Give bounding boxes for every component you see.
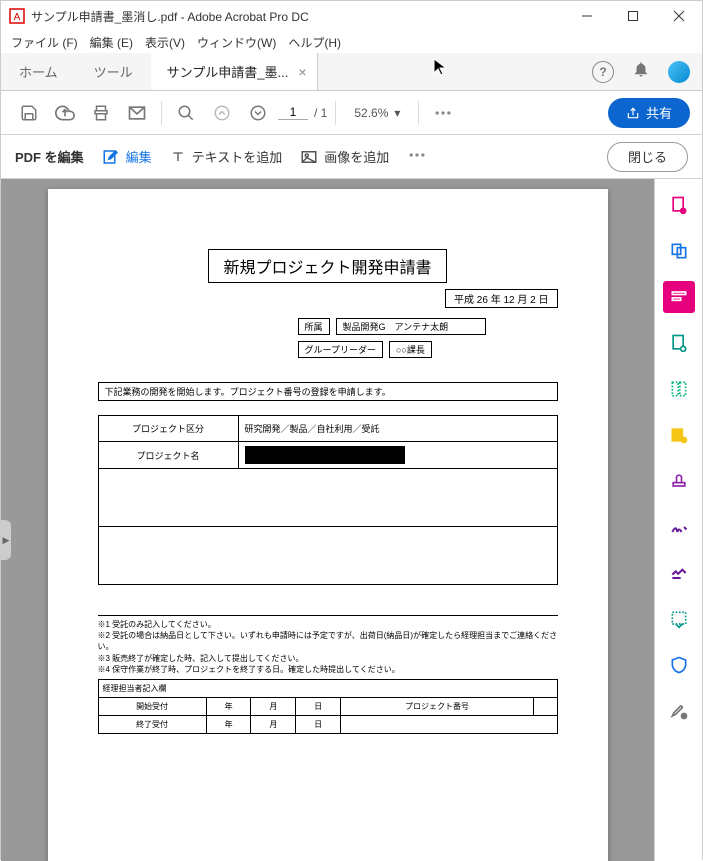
bell-icon[interactable] <box>632 60 650 83</box>
project-table: プロジェクト区分研究開発／製品／自社利用／受託 プロジェクト名 <box>98 415 558 585</box>
tab-document-label: サンプル申請書_墨... <box>167 62 289 81</box>
minimize-button[interactable] <box>564 1 610 31</box>
add-text-label: テキストを追加 <box>192 147 283 166</box>
row1-value: 研究開発／製品／自社利用／受託 <box>238 416 557 442</box>
right-tool-rail: + + <box>654 179 702 861</box>
menu-edit[interactable]: 編集 (E) <box>84 32 139 53</box>
redact-icon[interactable] <box>663 557 695 589</box>
svg-text:A: A <box>14 12 21 23</box>
organize-pages-icon[interactable] <box>663 373 695 405</box>
page-up-icon[interactable] <box>206 97 238 129</box>
add-image-action[interactable]: 画像を追加 <box>300 147 389 166</box>
zoom-dropdown-icon[interactable]: ▾ <box>394 106 400 120</box>
main-area: ▶ 新規プロジェクト開発申請書 平成 26 年 12 月 2 日 所属 製品開発… <box>1 179 702 861</box>
export-pdf-icon[interactable] <box>663 327 695 359</box>
leader-label: グループリーダー <box>298 341 383 358</box>
keiri-header: 経理担当者記入欄 <box>98 679 557 697</box>
titlebar: A サンプル申請書_墨消し.pdf - Adobe Acrobat Pro DC <box>1 1 702 31</box>
add-image-label: 画像を追加 <box>324 147 389 166</box>
app-icon: A <box>9 8 25 24</box>
sign-icon[interactable] <box>663 511 695 543</box>
print-icon[interactable] <box>85 97 117 129</box>
share-label: 共有 <box>646 103 672 122</box>
note1: ※1 受託のみ記入してください。 <box>98 619 558 630</box>
share-button[interactable]: 共有 <box>608 98 690 128</box>
window-title: サンプル申請書_墨消し.pdf - Adobe Acrobat Pro DC <box>31 8 564 25</box>
menu-help[interactable]: ヘルプ(H) <box>282 32 347 53</box>
tab-document[interactable]: サンプル申請書_墨... × <box>151 53 318 90</box>
close-editbar-label: 閉じる <box>628 147 667 166</box>
row1-label: プロジェクト区分 <box>98 416 238 442</box>
page-current-input[interactable] <box>278 105 308 120</box>
comment-icon[interactable] <box>663 419 695 451</box>
notes-section: ※1 受託のみ記入してください。 ※2 受託の場合は納品日として下さい。いずれも… <box>98 615 558 734</box>
dept-label: 所属 <box>298 318 330 335</box>
row2-label: プロジェクト名 <box>98 442 238 469</box>
left-panel-handle[interactable]: ▶ <box>1 520 11 560</box>
keiri-table: 経理担当者記入欄 開始受付 年 月 日 プロジェクト番号 終了受付 年 月 日 <box>98 679 558 734</box>
help-icon[interactable]: ? <box>592 61 614 83</box>
edit-pdf-icon[interactable] <box>663 281 695 313</box>
svg-text:+: + <box>681 209 685 215</box>
dept-value: 製品開発G アンテナ太朗 <box>336 318 486 335</box>
page-down-icon[interactable] <box>242 97 274 129</box>
svg-text:+: + <box>682 715 686 721</box>
intro-text: 下記業務の開発を開始します。プロジェクト番号の登録を申請します。 <box>98 382 558 401</box>
save-icon[interactable] <box>13 97 45 129</box>
page-total: / 1 <box>314 106 327 120</box>
stamp-icon[interactable] <box>663 465 695 497</box>
add-text-action[interactable]: テキストを追加 <box>170 147 283 166</box>
pdf-page: 新規プロジェクト開発申請書 平成 26 年 12 月 2 日 所属 製品開発G … <box>48 189 608 861</box>
tab-close-icon[interactable]: × <box>298 64 306 80</box>
zoom-value[interactable]: 52.6% <box>354 106 388 120</box>
editbar-more-icon[interactable] <box>407 145 427 168</box>
edit-bar: PDF を編集 編集 テキストを追加 画像を追加 閉じる <box>1 135 702 179</box>
tab-home[interactable]: ホーム <box>1 53 76 90</box>
menu-bar: ファイル (F) 編集 (E) 表示(V) ウィンドウ(W) ヘルプ(H) <box>1 31 702 53</box>
close-editbar-button[interactable]: 閉じる <box>607 142 688 172</box>
menu-file[interactable]: ファイル (F) <box>5 32 84 53</box>
combine-files-icon[interactable] <box>663 235 695 267</box>
doc-title: 新規プロジェクト開発申請書 <box>208 249 446 283</box>
edit-action[interactable]: 編集 <box>102 147 152 166</box>
mail-icon[interactable] <box>121 97 153 129</box>
close-window-button[interactable] <box>656 1 702 31</box>
window-controls <box>564 1 702 31</box>
leader-value: ○○課長 <box>389 341 432 358</box>
menu-window[interactable]: ウィンドウ(W) <box>191 32 282 53</box>
send-for-review-icon[interactable] <box>663 603 695 635</box>
create-pdf-icon[interactable]: + <box>663 189 695 221</box>
redacted-block <box>245 446 405 464</box>
cloud-upload-icon[interactable] <box>49 97 81 129</box>
protect-icon[interactable] <box>663 649 695 681</box>
more-tools-rail-icon[interactable]: + <box>663 695 695 727</box>
menu-view[interactable]: 表示(V) <box>139 32 191 53</box>
maximize-button[interactable] <box>610 1 656 31</box>
avatar[interactable] <box>668 61 690 83</box>
toolbar: / 1 52.6% ▾ 共有 <box>1 91 702 135</box>
edit-label: 編集 <box>126 147 152 166</box>
doc-date: 平成 26 年 12 月 2 日 <box>445 289 557 308</box>
tab-tools[interactable]: ツール <box>76 53 151 90</box>
more-tools-icon[interactable] <box>427 97 459 129</box>
note3: ※3 販売終了が確定した時、記入して提出してください。 <box>98 653 558 664</box>
note2: ※2 受託の場合は納品日として下さい。いずれも申請時には予定ですが、出荷日(納品… <box>98 630 558 652</box>
note4: ※4 保守作業が終了時、プロジェクトを終了する日。確定した時提出してください。 <box>98 664 558 675</box>
document-canvas[interactable]: ▶ 新規プロジェクト開発申請書 平成 26 年 12 月 2 日 所属 製品開発… <box>1 179 654 861</box>
editbar-title: PDF を編集 <box>15 147 84 166</box>
search-icon[interactable] <box>170 97 202 129</box>
view-tabs: ホーム ツール サンプル申請書_墨... × ? <box>1 53 702 91</box>
